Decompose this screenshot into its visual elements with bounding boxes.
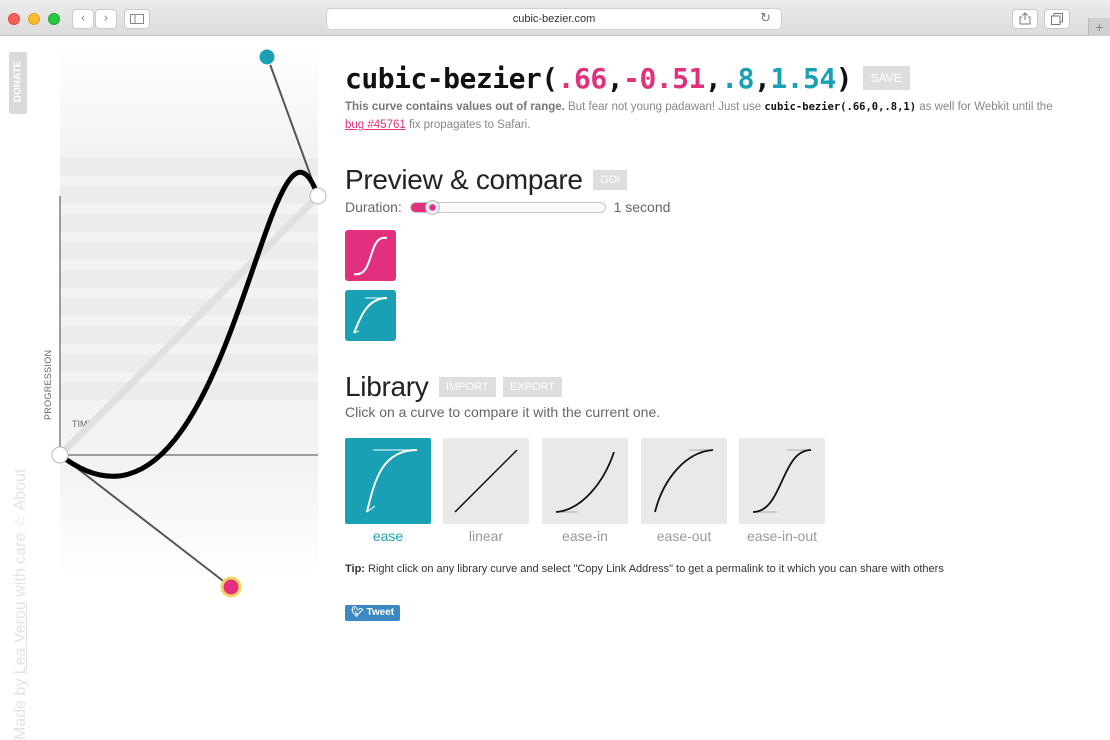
reload-icon[interactable]: ↻ (760, 9, 771, 29)
sidebar-toggle-icon[interactable] (124, 9, 150, 29)
warning-text: But fear not young padawan! Just use (564, 101, 765, 113)
url-text: cubic-bezier.com (512, 13, 596, 25)
separator: , (704, 62, 722, 95)
export-button[interactable]: EXPORT (502, 377, 563, 397)
minimize-window-button[interactable] (28, 13, 40, 25)
curve-thumbnail (641, 438, 727, 524)
go-button[interactable]: GO! (593, 170, 628, 190)
curve-thumbnail (739, 438, 825, 524)
p1y-value: -0.51 (623, 62, 705, 95)
library-item-label: linear (468, 528, 504, 544)
bezier-graph[interactable] (0, 36, 340, 621)
library-item-label: ease (372, 528, 404, 544)
title-suffix: ) (835, 62, 853, 95)
curve-thumbnail (345, 438, 431, 524)
warning-text: fix propagates to Safari. (405, 119, 531, 131)
curve-code-title: cubic-bezier(.66,-0.51,.8,1.54) (345, 62, 853, 95)
library-item-ease-in[interactable]: ease-in (542, 438, 628, 544)
browser-toolbar: ‹ › cubic-bezier.com ↻ + (0, 0, 1110, 36)
twitter-bird-icon: 🐦︎ (351, 607, 364, 618)
title-row: cubic-bezier(.66,-0.51,.8,1.54) SAVE (345, 62, 910, 102)
control-point-1-handle[interactable] (220, 576, 242, 598)
library-description: Click on a curve to compare it with the … (345, 404, 661, 420)
library-header: Library IMPORT EXPORT (345, 371, 563, 403)
fallback-code: cubic-bezier(.66,0,.8,1) (764, 101, 917, 113)
new-tab-button[interactable]: + (1088, 18, 1110, 36)
p2x-value: .8 (721, 62, 754, 95)
chevron-right-icon[interactable]: › (95, 9, 117, 29)
preview-header: Preview & compare GO! (345, 164, 628, 196)
library-item-ease[interactable]: ease (345, 438, 431, 544)
out-of-range-warning: This curve contains values out of range.… (345, 98, 1065, 134)
preview-compare-curve[interactable] (345, 290, 396, 341)
warning-bold: This curve contains values out of range. (345, 101, 565, 113)
library-item-label: ease-in-out (746, 528, 818, 544)
curve-thumbnail (443, 438, 529, 524)
tip-body: Right click on any library curve and sel… (364, 563, 944, 575)
warning-text: as well for Webkit until the (916, 101, 1053, 113)
import-button[interactable]: IMPORT (438, 377, 496, 397)
tabs-overview-icon[interactable] (1044, 9, 1070, 29)
duration-row: Duration: 1 second (345, 199, 670, 215)
library-item-linear[interactable]: linear (443, 438, 529, 544)
preview-current-curve[interactable] (345, 230, 396, 281)
preview-heading: Preview & compare (345, 164, 583, 195)
library-item-ease-out[interactable]: ease-out (641, 438, 727, 544)
p1x-value: .66 (557, 62, 608, 95)
save-button[interactable]: SAVE (862, 66, 910, 90)
tip-text: Tip: Right click on any library curve an… (345, 563, 944, 575)
start-point (51, 446, 69, 464)
tip-label: Tip: (345, 563, 365, 575)
end-point (309, 187, 327, 205)
chevron-left-icon[interactable]: ‹ (72, 9, 94, 29)
library-item-ease-in-out[interactable]: ease-in-out (739, 438, 825, 544)
library-item-label: ease-out (656, 528, 712, 544)
slider-knob[interactable] (424, 200, 440, 215)
duration-value: 1 second (613, 199, 671, 215)
tweet-label: Tweet (366, 607, 395, 618)
bug-link[interactable]: bug #45761 (345, 119, 406, 131)
separator: , (606, 62, 624, 95)
control-point-2-handle[interactable] (258, 48, 276, 66)
credit-prefix: Made by (12, 674, 29, 740)
p2y-value: 1.54 (770, 62, 836, 95)
duration-label: Duration: (345, 199, 402, 215)
close-window-button[interactable] (8, 13, 20, 25)
title-prefix: cubic-bezier( (345, 62, 558, 95)
address-bar[interactable]: cubic-bezier.com ↻ (326, 8, 782, 30)
library-item-label: ease-in (562, 528, 608, 544)
separator: , (753, 62, 771, 95)
library-heading: Library (345, 371, 429, 402)
handle1-line (59, 454, 232, 588)
tweet-button[interactable]: 🐦︎ Tweet (345, 605, 401, 621)
zoom-window-button[interactable] (48, 13, 60, 25)
duration-slider[interactable] (409, 200, 606, 215)
curve-thumbnail (542, 438, 628, 524)
share-icon[interactable] (1012, 9, 1038, 29)
